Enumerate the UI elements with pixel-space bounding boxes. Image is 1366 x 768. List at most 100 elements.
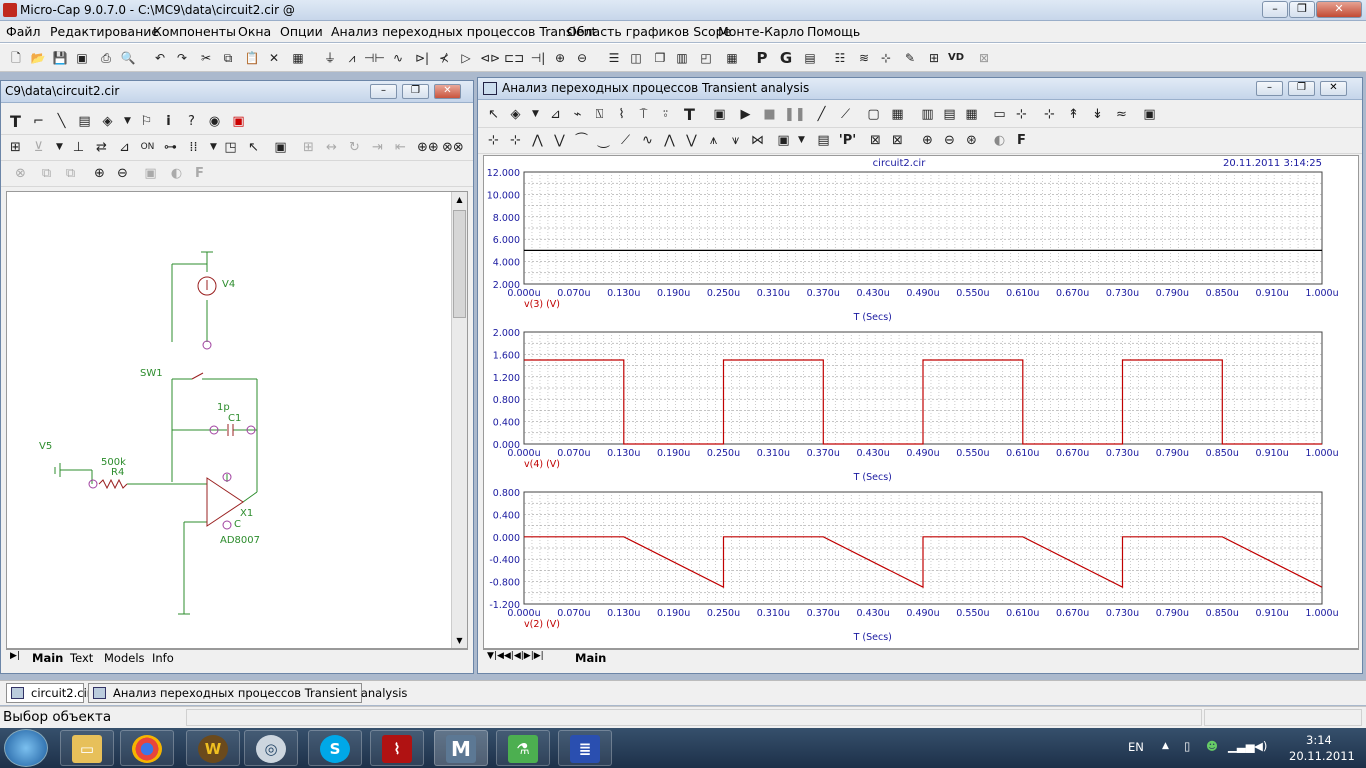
tray-volume-icon[interactable]: ◀): [1254, 739, 1267, 753]
menu-transient[interactable]: Анализ переходных процессов Transient: [331, 24, 596, 39]
tag2-icon[interactable]: ⍑: [634, 105, 653, 124]
print-icon[interactable]: ⎙: [96, 48, 116, 68]
open-file-icon[interactable]: 📂: [28, 48, 48, 68]
crosshair-icon[interactable]: ⊹: [1012, 105, 1031, 124]
p-key-icon[interactable]: P: [752, 48, 772, 68]
grid-minor-icon[interactable]: ▥: [918, 105, 937, 124]
scale-icon[interactable]: ⊿: [546, 105, 565, 124]
battery-icon[interactable]: ⊣|: [528, 48, 548, 68]
font-tool-icon[interactable]: F: [1012, 131, 1031, 150]
pencil-icon[interactable]: ✎: [900, 48, 920, 68]
switch-icon[interactable]: ⊏⊐: [504, 48, 524, 68]
pause-icon[interactable]: ❚❚: [784, 105, 806, 124]
text-tool-icon[interactable]: T: [6, 112, 25, 131]
group-icon[interactable]: ⧉: [37, 164, 56, 183]
component-menu-icon[interactable]: ⊞: [6, 138, 25, 157]
properties-icon[interactable]: ▣: [710, 105, 729, 124]
graph-area[interactable]: circuit2.cir 20.11.2011 3:14:25 12.000 10…: [483, 155, 1359, 649]
menu-windows[interactable]: Окна: [238, 24, 271, 39]
grid-dots-icon[interactable]: ⁞⁞: [184, 138, 203, 157]
grid-icon[interactable]: ▦: [888, 105, 907, 124]
calculator-icon[interactable]: ▦: [722, 48, 742, 68]
language-indicator[interactable]: EN: [1128, 740, 1144, 754]
tab-text[interactable]: Text: [70, 651, 93, 665]
split-h-icon[interactable]: ☰: [604, 48, 624, 68]
globe-icon[interactable]: ◉: [205, 112, 224, 131]
taskbar-microcap[interactable]: M: [434, 730, 488, 766]
pin-icon[interactable]: ⇄: [92, 138, 111, 157]
taskbar-app9[interactable]: ≣: [558, 730, 612, 766]
text-icon[interactable]: T: [680, 105, 699, 124]
baseline-icon[interactable]: ▭: [990, 105, 1009, 124]
rotate-icon[interactable]: ↻: [345, 138, 364, 157]
tab-main[interactable]: Main: [32, 651, 63, 665]
resistor-icon[interactable]: ⩘: [342, 48, 362, 68]
low-icon[interactable]: ⏝: [594, 131, 613, 150]
zoom-fit-icon[interactable]: ⊛: [962, 131, 981, 150]
chip-icon[interactable]: ▦: [288, 48, 308, 68]
list-icon[interactable]: ☷: [830, 48, 850, 68]
maximize-button[interactable]: ❐: [1289, 1, 1315, 18]
link-icon[interactable]: ⊶: [161, 138, 180, 157]
attribute-icon[interactable]: ⊿: [115, 138, 134, 157]
peak-find-icon[interactable]: ⋀: [528, 131, 547, 150]
zoom-out-icon[interactable]: ⊖: [113, 164, 132, 183]
split-v-icon[interactable]: ◫: [626, 48, 646, 68]
global-high-icon[interactable]: ⋀: [660, 131, 679, 150]
undo-icon[interactable]: ↶: [150, 48, 170, 68]
xy2-icon[interactable]: ⊠: [888, 131, 907, 150]
tab-nav-icon[interactable]: ▶|: [10, 651, 20, 661]
step2-icon[interactable]: ⇤: [391, 138, 410, 157]
schematic-maximize-button[interactable]: ❐: [402, 84, 429, 99]
schematic-minimize-button[interactable]: –: [370, 84, 397, 99]
peak-icon[interactable]: ↟: [1064, 105, 1083, 124]
save-icon[interactable]: 💾: [50, 48, 70, 68]
scroll-thumb[interactable]: [453, 210, 466, 318]
zoom-in-graph-icon[interactable]: ⊕: [918, 131, 937, 150]
label-icon[interactable]: ⍂: [590, 105, 609, 124]
taskbar-chrome[interactable]: [120, 730, 174, 766]
vp-icon[interactable]: ⊻: [29, 138, 48, 157]
scroll-up-arrow[interactable]: ▲: [452, 192, 467, 207]
on-off-icon[interactable]: ON: [138, 138, 157, 157]
menu-options[interactable]: Опции: [280, 24, 323, 39]
grid-major-icon[interactable]: ▤: [940, 105, 959, 124]
step-icon[interactable]: ⇥: [368, 138, 387, 157]
wave-tool-icon[interactable]: ≈: [1112, 105, 1131, 124]
minimize-button[interactable]: –: [1262, 1, 1288, 18]
cascade-icon[interactable]: ❐: [650, 48, 670, 68]
buffer-icon[interactable]: ⊲⊳: [480, 48, 500, 68]
flip-icon[interactable]: ↔: [322, 138, 341, 157]
marker-icon[interactable]: ⌁: [568, 105, 587, 124]
find-next-icon[interactable]: ⊗⊗: [442, 138, 464, 157]
flag-icon[interactable]: ⚐: [137, 112, 156, 131]
tag-tool-icon[interactable]: ⋈: [748, 131, 767, 150]
run-icon[interactable]: ▶: [736, 105, 755, 124]
xy-icon[interactable]: ⊠: [866, 131, 885, 150]
capacitor-icon[interactable]: ⊣⊢: [364, 48, 384, 68]
nav-first-icon[interactable]: ▼|◀◀|◀|▶|▶|: [487, 651, 544, 661]
tray-arrow-icon[interactable]: ▲: [1162, 741, 1169, 751]
copy-icon[interactable]: ⧉: [218, 48, 238, 68]
schematic-close-button[interactable]: ✕: [434, 84, 461, 99]
source-icon[interactable]: ⊕: [550, 48, 570, 68]
transistor-icon[interactable]: ⊀: [434, 48, 454, 68]
slope-icon[interactable]: ⟋: [616, 131, 635, 150]
valley-icon[interactable]: ↡: [1088, 105, 1107, 124]
menu-edit[interactable]: Редактирование: [50, 24, 159, 39]
taskbar-daemon[interactable]: ◎: [244, 730, 298, 766]
tray-signal-icon[interactable]: ▁▃▅: [1228, 739, 1255, 753]
ungroup-icon[interactable]: ⧉: [61, 164, 80, 183]
cursor-right-icon[interactable]: ⊹: [506, 131, 525, 150]
cursor-mode-icon[interactable]: ⊹: [1040, 105, 1059, 124]
high-icon[interactable]: ⏜: [572, 131, 591, 150]
tray-user-icon[interactable]: ☻: [1206, 739, 1218, 753]
line-icon[interactable]: ╲: [52, 112, 71, 131]
fit-icon[interactable]: ▣: [141, 164, 160, 183]
schematic-canvas[interactable]: V4 SW1 1p C1 V5 500k R4 X1 C AD8007 ▲ ▼: [6, 191, 468, 649]
taskbar-explorer[interactable]: ▭: [60, 730, 114, 766]
menu-components[interactable]: Компоненты: [153, 24, 236, 39]
font-icon[interactable]: F: [190, 164, 209, 183]
mirror-icon[interactable]: ⊞: [299, 138, 318, 157]
line-draw-icon[interactable]: ╱: [812, 105, 831, 124]
